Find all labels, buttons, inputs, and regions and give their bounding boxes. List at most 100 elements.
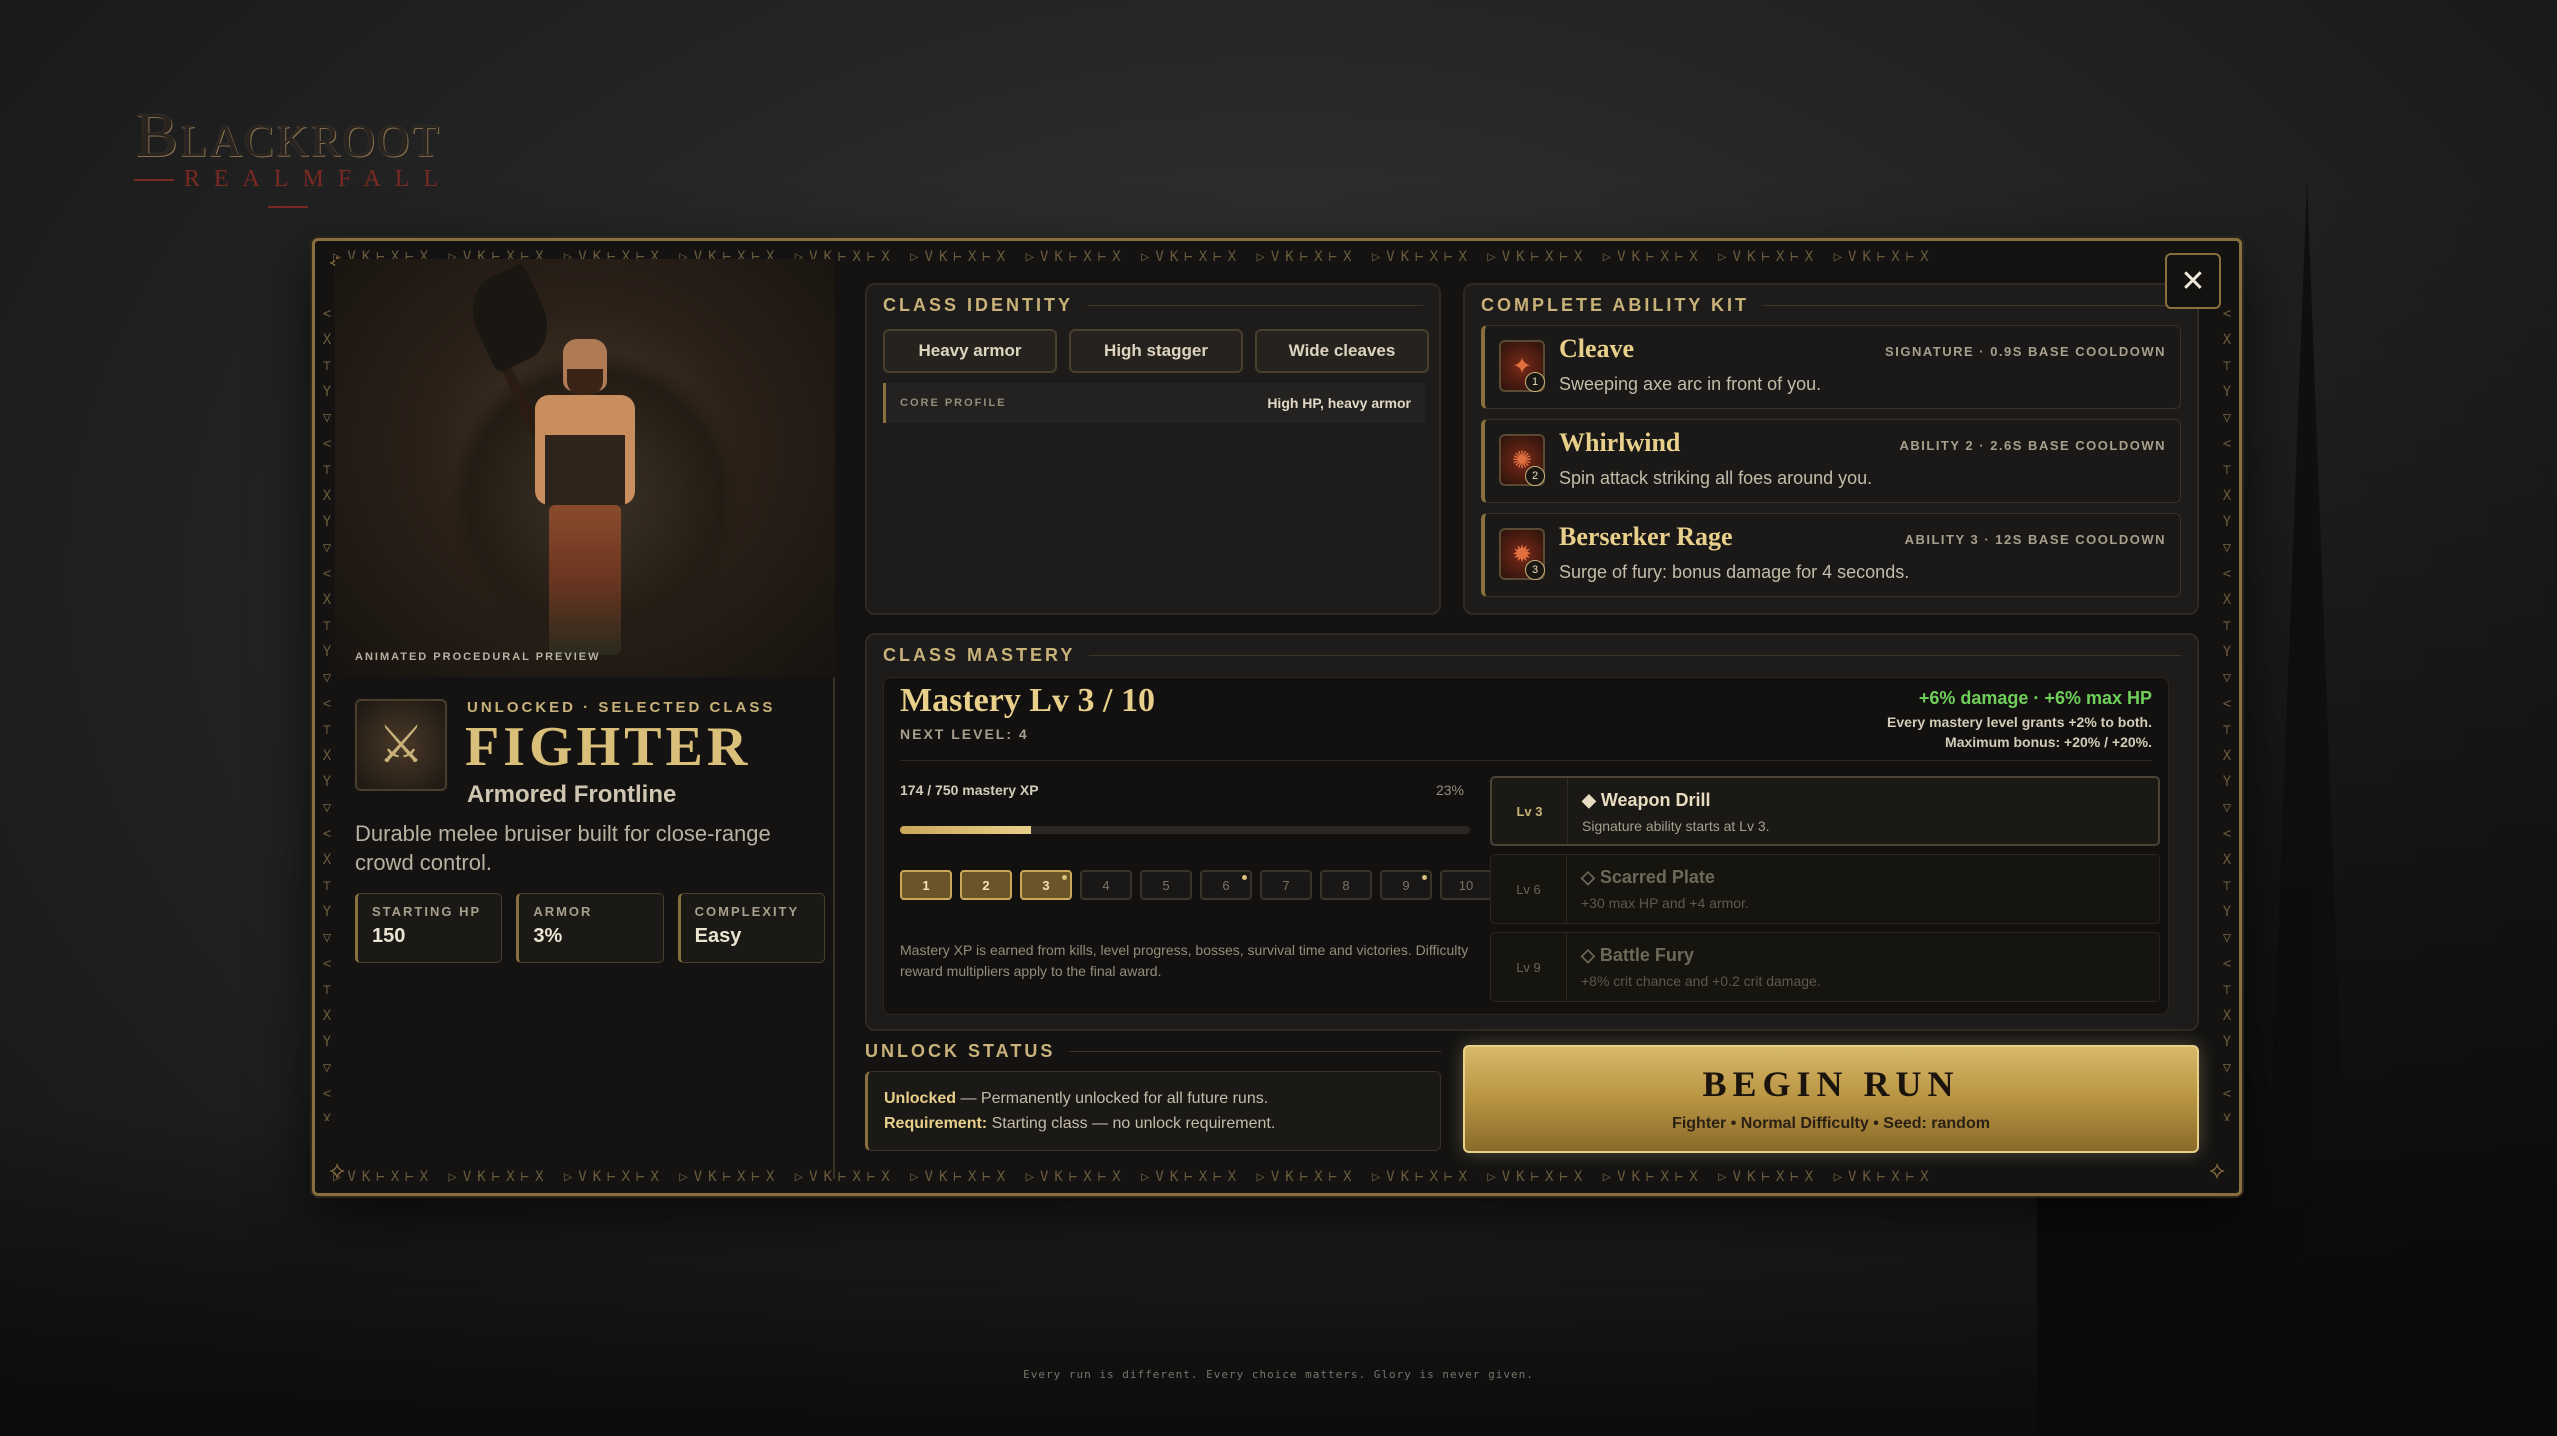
xp-percent: 23% <box>1435 782 1464 798</box>
identity-tags: Heavy armor High stagger Wide cleaves <box>883 329 1429 373</box>
ability-meta: ABILITY 3 · 12S BASE COOLDOWN <box>1904 532 2166 547</box>
ability-name: Berserker Rage <box>1559 522 1733 551</box>
stat-value: 3% <box>533 925 563 947</box>
logo-title: Blackroot <box>135 99 441 170</box>
rage-icon: ✹ 3 <box>1499 528 1545 580</box>
ability-name: Whirlwind <box>1559 428 1681 457</box>
panel-title: UNLOCK STATUS <box>865 1041 1441 1062</box>
class-mastery-panel: CLASS MASTERY Mastery Lv 3 / 10 NEXT LEV… <box>865 633 2199 1031</box>
mastery-level-pip: 8 <box>1320 870 1372 900</box>
unlock-name: ◆ Weapon Drill <box>1582 790 1711 810</box>
mastery-level-pip: 7 <box>1260 870 1312 900</box>
game-logo: Blackroot REALMFALL <box>108 98 468 220</box>
ability-meta: ABILITY 2 · 2.6S BASE COOLDOWN <box>1899 438 2166 453</box>
ability-name: Cleave <box>1559 334 1635 363</box>
mastery-level-pip: 10 <box>1440 870 1492 900</box>
mastery-level-pip: 5 <box>1140 870 1192 900</box>
mastery-level-track: 1 2 3 4 5 6 7 8 9 10 <box>900 870 1492 900</box>
mastery-level-pip: 1 <box>900 870 952 900</box>
run-summary: Fighter • Normal Difficulty • Seed: rand… <box>1672 1115 1990 1132</box>
stat-value: 150 <box>372 925 406 947</box>
sword-shield-emblem-icon: ⚔ <box>355 699 447 791</box>
unlock-weapon-drill[interactable]: Lv 3 ◆ Weapon Drill Signature ability st… <box>1490 776 2160 846</box>
profile-label: CORE PROFILE <box>900 397 1007 409</box>
panel-title: CLASS IDENTITY <box>883 295 1423 316</box>
unlock-level: Lv 3 <box>1492 778 1568 844</box>
mastery-level-pip: 6 <box>1200 870 1252 900</box>
stat-starting-hp: STARTING HP 150 <box>355 893 503 963</box>
ability-description: Spin attack striking all foes around you… <box>1559 468 1873 488</box>
mastery-level-pip: 9 <box>1380 870 1432 900</box>
stat-armor: ARMOR 3% <box>516 893 664 963</box>
mastery-details: Mastery Lv 3 / 10 NEXT LEVEL: 4 +6% dama… <box>883 677 2169 1015</box>
mastery-level-pip: 3 <box>1020 870 1072 900</box>
begin-run-label: BEGIN RUN <box>1702 1064 1960 1104</box>
stat-label: ARMOR <box>533 904 593 919</box>
unlock-name: ◇ Scarred Plate <box>1581 867 1715 887</box>
class-role: Armored Frontline <box>467 781 677 808</box>
xp-progress-fill <box>900 826 1032 834</box>
mastery-footnote: Mastery XP is earned from kills, level p… <box>900 942 1469 979</box>
unlock-status-box: Unlocked — Permanently unlocked for all … <box>865 1071 1441 1151</box>
ability-description: Surge of fury: bonus damage for 4 second… <box>1559 562 1910 582</box>
corner-ornament-icon: ⟡ <box>2209 1157 2225 1184</box>
stat-value: Easy <box>694 925 742 947</box>
unlock-description: +8% crit chance and +0.2 crit damage. <box>1581 973 1821 989</box>
unlock-status-section: UNLOCK STATUS Unlocked — Permanently unl… <box>865 1041 1441 1161</box>
unlock-description: +30 max HP and +4 armor. <box>1581 895 1749 911</box>
stat-label: STARTING HP <box>372 904 482 919</box>
tag-high-stagger[interactable]: High stagger <box>1069 329 1243 373</box>
preview-label: ANIMATED PROCEDURAL PREVIEW <box>355 651 601 663</box>
class-select-modal: ▷VK⊢X⊢X ▷VK⊢X⊢X ▷VK⊢X⊢X ▷VK⊢X⊢X ▷VK⊢X⊢X … <box>312 238 2242 1196</box>
unlock-scarred-plate[interactable]: Lv 6 ◇ Scarred Plate +30 max HP and +4 a… <box>1490 854 2160 924</box>
unlock-level: Lv 6 <box>1491 855 1567 923</box>
begin-run-button[interactable]: BEGIN RUN Fighter • Normal Difficulty • … <box>1463 1045 2199 1153</box>
unlock-state-text: — Permanently unlocked for all future ru… <box>956 1090 1269 1107</box>
unlock-battle-fury[interactable]: Lv 9 ◇ Battle Fury +8% crit chance and +… <box>1490 932 2160 1002</box>
ability-whirlwind[interactable]: ✺ 2 Whirlwind ABILITY 2 · 2.6S BASE COOLD… <box>1481 419 2181 503</box>
whirlwind-icon: ✺ 2 <box>1499 434 1545 486</box>
ability-description: Sweeping axe arc in front of you. <box>1559 374 1822 394</box>
mastery-note: Every mastery level grants +2% to both. <box>1887 714 2152 730</box>
mastery-level-pip: 2 <box>960 870 1012 900</box>
xp-label: 174 / 750 mastery XP <box>900 782 1039 798</box>
logo-subtitle: REALMFALL <box>108 166 468 220</box>
xp-progress-bar <box>900 826 1470 834</box>
tag-heavy-armor[interactable]: Heavy armor <box>883 329 1057 373</box>
requirement-text: Starting class — no unlock requirement. <box>987 1115 1276 1132</box>
ability-number: 2 <box>1525 466 1545 486</box>
ability-berserker-rage[interactable]: ✹ 3 Berserker Rage ABILITY 3 · 12S BASE C… <box>1481 513 2181 597</box>
panel-title: COMPLETE ABILITY KIT <box>1481 295 2181 316</box>
close-icon[interactable]: ✕ <box>2165 253 2221 309</box>
unlock-name: ◇ Battle Fury <box>1581 945 1694 965</box>
requirement-label: Requirement: <box>884 1115 988 1132</box>
cleave-icon: ✦ 1 <box>1499 340 1545 392</box>
ability-meta: SIGNATURE · 0.9S BASE COOLDOWN <box>1885 344 2166 359</box>
mastery-level-pip: 4 <box>1080 870 1132 900</box>
ability-number: 3 <box>1525 560 1545 580</box>
class-identity-panel: CLASS IDENTITY Heavy armor High stagger … <box>865 283 1441 615</box>
rune-border-left: < X ⊤ Y ▽ < ⊤ X Y ▽ < X ⊤ Y ▽ < ⊤ X Y ▽ … <box>322 306 332 1121</box>
ability-cleave[interactable]: ✦ 1 Cleave SIGNATURE · 0.9S BASE COOLDOWN… <box>1481 325 2181 409</box>
footer-tagline: Every run is different. Every choice mat… <box>1023 1368 1534 1381</box>
fighter-model <box>494 339 655 659</box>
character-preview: ANIMATED PROCEDURAL PREVIEW <box>335 259 835 677</box>
unlock-level: Lv 9 <box>1491 933 1567 1001</box>
mastery-next-level: NEXT LEVEL: 4 <box>900 726 1029 742</box>
profile-value: High HP, heavy armor <box>1267 395 1411 411</box>
stat-complexity: COMPLEXITY Easy <box>677 893 825 963</box>
unlock-state: Unlocked <box>884 1090 957 1107</box>
ability-kit-panel: COMPLETE ABILITY KIT ✦ 1 Cleave SIGNATURE… <box>1463 283 2199 615</box>
mastery-bonus: +6% damage · +6% max HP <box>1918 688 2152 708</box>
class-description: Durable melee bruiser built for close-ra… <box>355 821 771 875</box>
class-info-column: ANIMATED PROCEDURAL PREVIEW ⚔ UNLOCKED ·… <box>335 259 835 1179</box>
background-spire <box>2267 180 2347 1230</box>
mastery-note: Maximum bonus: +20% / +20%. <box>1945 734 2152 750</box>
mastery-level: Mastery Lv 3 / 10 <box>900 682 1155 719</box>
divider <box>900 760 2152 761</box>
class-status: UNLOCKED · SELECTED CLASS <box>467 699 776 716</box>
core-profile: CORE PROFILE High HP, heavy armor <box>883 383 1425 423</box>
panel-title: CLASS MASTERY <box>883 645 2181 666</box>
tag-wide-cleaves[interactable]: Wide cleaves <box>1255 329 1429 373</box>
rune-border-right: < X ⊤ Y ▽ < ⊤ X Y ▽ < X ⊤ Y ▽ < ⊤ X Y ▽ … <box>2222 306 2232 1121</box>
